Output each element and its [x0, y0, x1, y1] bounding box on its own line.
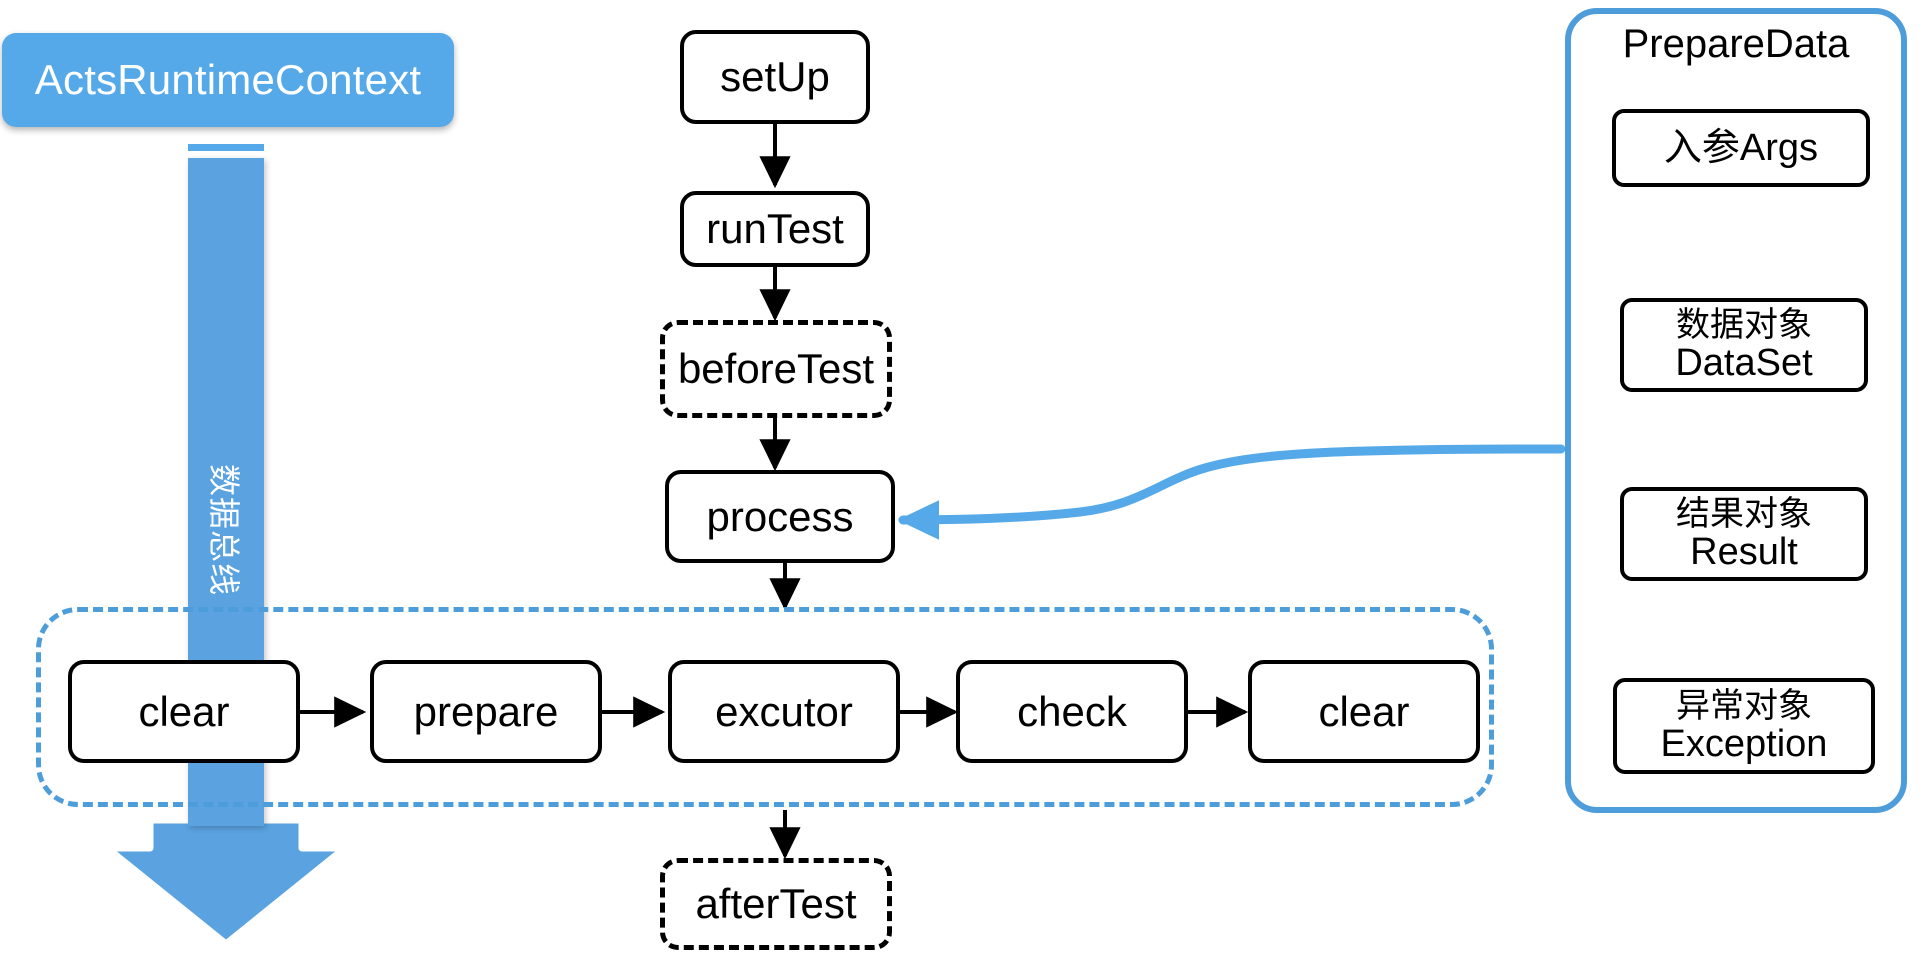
prepare-item-dataset-cn: 数据对象 [1676, 305, 1812, 344]
acts-runtime-context-banner: ActsRuntimeContext [2, 33, 454, 127]
prepare-item-result-cn: 结果对象 [1676, 494, 1812, 533]
node-check[interactable]: check [956, 660, 1188, 763]
prepare-item-dataset[interactable]: 数据对象 DataSet [1620, 298, 1868, 392]
node-process-label: process [706, 492, 854, 540]
data-bus-label: 数据总线 [206, 463, 243, 597]
node-process[interactable]: process [665, 470, 895, 563]
node-setup-label: setUp [720, 53, 830, 101]
prepare-item-exception[interactable]: 异常对象 Exception [1613, 678, 1875, 774]
node-setup[interactable]: setUp [680, 30, 870, 124]
prepare-item-exception-cn: 异常对象 [1676, 686, 1812, 725]
prepare-item-result[interactable]: 结果对象 Result [1620, 487, 1868, 581]
data-bus-cap [188, 144, 264, 151]
diagram-canvas: ActsRuntimeContext 数据总线 setUp runTest be… [0, 0, 1928, 968]
prepare-item-exception-en: Exception [1660, 722, 1828, 765]
node-runtest-label: runTest [706, 205, 844, 253]
node-prepare[interactable]: prepare [370, 660, 602, 763]
prepare-item-dataset-en: DataSet [1675, 341, 1813, 384]
data-bus-arrowhead [103, 816, 349, 948]
node-clear-pre-label: clear [138, 687, 230, 735]
node-excutor[interactable]: excutor [668, 660, 900, 763]
node-clear-pre[interactable]: clear [68, 660, 300, 763]
node-aftertest[interactable]: afterTest [660, 858, 892, 950]
prepare-item-result-en: Result [1690, 530, 1798, 573]
arrow-preparedata-to-process [897, 444, 1566, 540]
node-beforetest-label: beforeTest [677, 345, 875, 393]
acts-runtime-context-label: ActsRuntimeContext [34, 56, 422, 103]
node-excutor-label: excutor [715, 687, 853, 735]
prepare-item-args[interactable]: 入参Args [1612, 109, 1870, 187]
prepare-item-args-label: 入参Args [1663, 126, 1819, 169]
node-clear-post[interactable]: clear [1248, 660, 1480, 763]
data-bus-label-wrap: 数据总线 [188, 430, 264, 630]
node-runtest[interactable]: runTest [680, 191, 870, 267]
node-prepare-label: prepare [413, 687, 559, 735]
node-clear-post-label: clear [1318, 687, 1410, 735]
prepare-data-title: PrepareData [1622, 22, 1850, 66]
node-aftertest-label: afterTest [695, 880, 857, 928]
node-beforetest[interactable]: beforeTest [660, 320, 892, 418]
node-check-label: check [1017, 687, 1127, 735]
